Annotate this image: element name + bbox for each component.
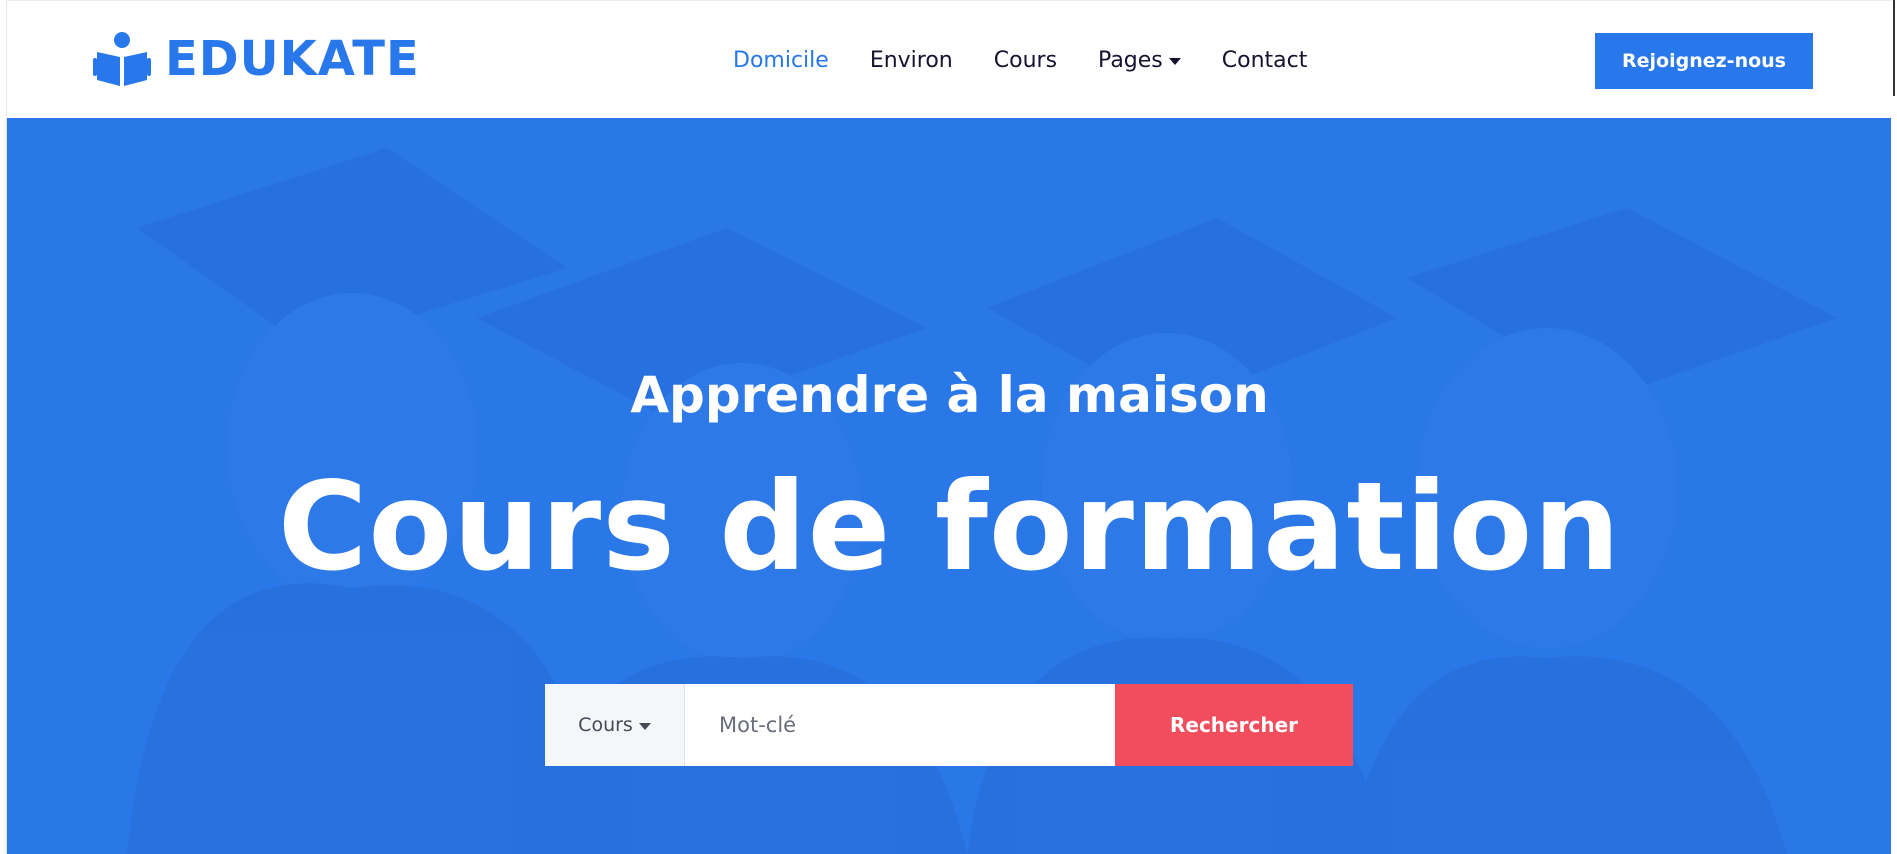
- nav-item-environ[interactable]: Environ: [870, 48, 953, 73]
- join-button[interactable]: Rejoignez-nous: [1595, 33, 1813, 89]
- caret-down-icon: [638, 722, 651, 730]
- keyword-input[interactable]: [685, 684, 1115, 766]
- search-button[interactable]: Rechercher: [1115, 684, 1353, 766]
- hero-subtitle: Apprendre à la maison: [630, 366, 1269, 424]
- browser-viewport: EDUKATE Domicile Environ Cours Pages Con…: [6, 0, 1892, 854]
- category-dropdown[interactable]: Cours: [545, 684, 685, 766]
- brand-logo[interactable]: EDUKATE: [93, 29, 420, 89]
- window-right-edge: [1891, 0, 1897, 854]
- window-edge-marker: [1893, 0, 1895, 96]
- caret-down-icon: [1168, 57, 1181, 65]
- brand-name: EDUKATE: [165, 31, 420, 87]
- category-dropdown-label: Cours: [578, 714, 633, 736]
- top-navbar: EDUKATE Domicile Environ Cours Pages Con…: [7, 0, 1891, 118]
- nav-item-domicile[interactable]: Domicile: [733, 48, 829, 73]
- nav-item-contact[interactable]: Contact: [1222, 48, 1308, 73]
- course-search-bar: Cours Rechercher: [545, 684, 1353, 766]
- nav-item-pages-label: Pages: [1098, 47, 1163, 73]
- hero-section: Apprendre à la maison Cours de formation…: [7, 118, 1892, 854]
- hero-title: Cours de formation: [277, 456, 1622, 598]
- book-reader-icon: [93, 32, 151, 86]
- nav-item-pages[interactable]: Pages: [1098, 48, 1181, 73]
- nav-item-cours[interactable]: Cours: [994, 48, 1057, 73]
- main-nav: Domicile Environ Cours Pages Contact: [733, 43, 1348, 77]
